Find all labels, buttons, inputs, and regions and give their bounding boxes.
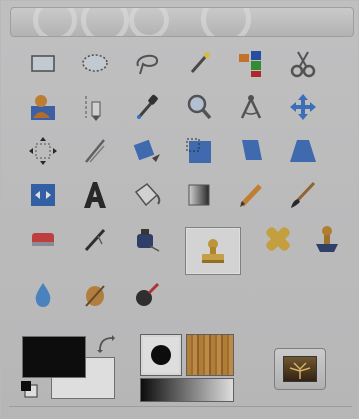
bucket-fill-icon — [134, 182, 161, 207]
paths-pen-icon — [85, 96, 101, 121]
foreground-color-swatch[interactable] — [22, 336, 86, 378]
crop-knife-icon — [85, 139, 105, 163]
tool-free-select[interactable] — [121, 41, 173, 85]
decoration-circle — [201, 8, 251, 36]
active-image-button[interactable] — [274, 348, 326, 390]
toolbox-header[interactable] — [10, 7, 354, 37]
tool-ellipse-select[interactable] — [69, 41, 121, 85]
tool-blend[interactable] — [173, 173, 225, 217]
tool-perspective[interactable] — [277, 129, 329, 173]
magnifier-icon — [187, 94, 212, 120]
tool-bucket-fill[interactable] — [121, 173, 173, 217]
tool-select-by-color[interactable] — [225, 41, 277, 85]
toolbox-bottom-bar — [9, 406, 352, 415]
tool-airbrush[interactable] — [69, 217, 121, 261]
decoration-circle — [33, 8, 77, 36]
pencil-icon — [240, 184, 262, 207]
tool-paths[interactable] — [69, 85, 121, 129]
eraser-icon — [32, 233, 54, 246]
tree-icon — [289, 362, 311, 379]
flip-icon — [31, 184, 55, 206]
tool-dodge-burn[interactable] — [121, 273, 173, 317]
heal-bandage-icon — [266, 227, 290, 251]
tool-clone-active[interactable] — [185, 227, 241, 275]
tool-rect-select[interactable] — [17, 41, 69, 85]
tool-align[interactable] — [17, 129, 69, 173]
tool-fuzzy-select[interactable] — [173, 41, 225, 85]
color-swatches — [17, 331, 123, 401]
pattern-indicator[interactable] — [186, 334, 234, 376]
tool-flip[interactable] — [17, 173, 69, 217]
select-by-color-icon — [239, 51, 261, 77]
tool-foreground-select[interactable] — [17, 85, 69, 129]
airbrush-icon — [84, 228, 106, 252]
decoration-circle — [81, 8, 129, 36]
tool-text[interactable] — [69, 173, 121, 217]
tool-smudge[interactable] — [69, 273, 121, 317]
tool-scale[interactable] — [173, 129, 225, 173]
brush-indicator[interactable] — [140, 334, 182, 376]
tool-crop[interactable] — [69, 129, 121, 173]
align-icon — [29, 137, 57, 165]
reset-colors-icon[interactable] — [19, 379, 39, 399]
tool-heal[interactable] — [252, 217, 304, 261]
tool-paintbrush[interactable] — [277, 173, 329, 217]
tool-shear[interactable] — [225, 129, 277, 173]
tool-pencil[interactable] — [225, 173, 277, 217]
scale-icon — [186, 138, 211, 163]
brush-dot — [151, 345, 171, 365]
lasso-icon — [136, 54, 158, 75]
perspective-icon — [290, 140, 316, 162]
paintbrush-icon — [291, 181, 316, 208]
scissors-icon — [290, 51, 316, 78]
tool-blur-sharpen[interactable] — [17, 273, 69, 317]
foreground-select-icon — [31, 95, 55, 120]
compass-icon — [240, 95, 262, 119]
tool-perspective-clone[interactable] — [301, 217, 353, 261]
perspective-clone-icon — [316, 226, 338, 252]
smudge-icon — [85, 285, 105, 307]
tool-measure[interactable] — [225, 85, 277, 129]
tool-color-picker[interactable] — [121, 85, 173, 129]
rect-select-icon — [31, 55, 55, 72]
tool-move[interactable] — [277, 85, 329, 129]
gradient-blend-icon — [188, 184, 210, 206]
dodge-burn-icon — [136, 282, 160, 306]
clone-stamp-icon — [202, 239, 224, 263]
magic-wand-icon — [190, 52, 210, 73]
tool-eraser[interactable] — [17, 217, 69, 261]
swap-colors-icon[interactable] — [95, 333, 117, 355]
tool-zoom[interactable] — [173, 85, 225, 129]
ellipse-select-icon — [82, 54, 108, 72]
eyedropper-icon — [137, 94, 158, 119]
tool-ink[interactable] — [121, 217, 173, 261]
text-A-icon — [84, 182, 106, 208]
rotate-icon — [133, 139, 160, 162]
active-image-thumbnail — [283, 356, 317, 382]
tool-rotate[interactable] — [121, 129, 173, 173]
water-drop-icon — [35, 283, 51, 307]
shear-icon — [242, 140, 262, 160]
gradient-indicator[interactable] — [140, 378, 234, 402]
ink-pen-icon — [137, 229, 160, 252]
tool-scissors[interactable] — [277, 41, 329, 85]
toolbox-window — [0, 0, 359, 419]
decoration-circle — [129, 8, 169, 36]
move-arrows-icon — [290, 94, 316, 120]
